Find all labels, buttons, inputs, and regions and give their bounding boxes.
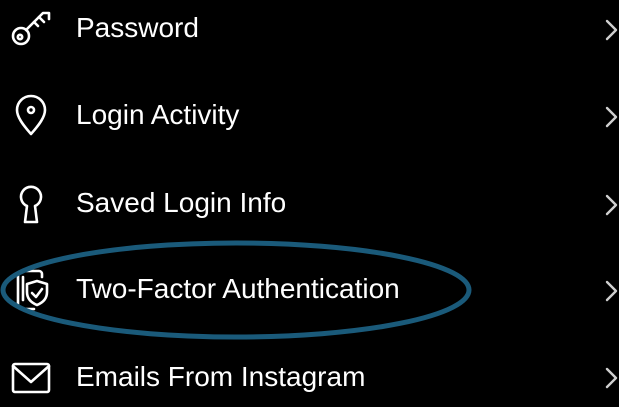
- phone-shield-icon: [9, 268, 53, 312]
- chevron-right-icon: [604, 102, 619, 132]
- menu-item-two-factor-authentication[interactable]: Two-Factor Authentication: [0, 260, 619, 320]
- menu-item-saved-login-info[interactable]: Saved Login Info: [0, 174, 619, 234]
- menu-item-emails-from-instagram[interactable]: Emails From Instagram: [0, 347, 619, 407]
- menu-item-label: Emails From Instagram: [76, 361, 366, 392]
- key-icon: [9, 5, 53, 49]
- security-settings-menu: Password Login Activity Saved Login Info…: [0, 0, 619, 394]
- menu-item-login-activity[interactable]: Login Activity: [0, 87, 619, 147]
- envelope-icon: [9, 358, 53, 402]
- menu-item-label: Saved Login Info: [76, 187, 287, 218]
- location-pin-icon: [9, 93, 53, 137]
- keyhole-icon: [9, 181, 53, 225]
- menu-item-label: Login Activity: [76, 99, 240, 130]
- menu-item-password[interactable]: Password: [0, 0, 619, 60]
- chevron-right-icon: [604, 276, 619, 306]
- chevron-right-icon: [604, 15, 619, 45]
- menu-item-label: Password: [76, 12, 199, 43]
- chevron-right-icon: [604, 190, 619, 220]
- menu-item-label: Two-Factor Authentication: [76, 273, 400, 304]
- chevron-right-icon: [604, 363, 619, 393]
